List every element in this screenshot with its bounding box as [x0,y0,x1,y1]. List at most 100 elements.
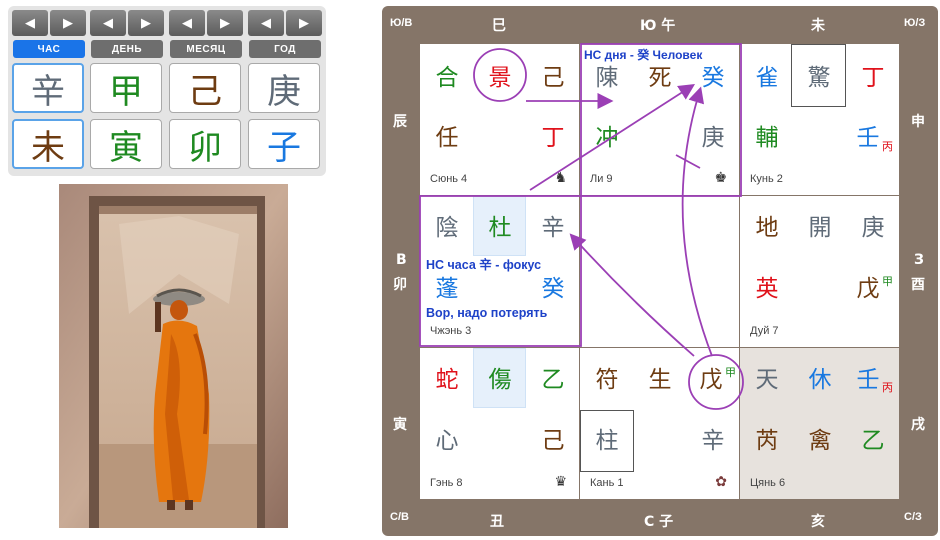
earth-stem: 乙 [861,428,885,454]
day-next-button[interactable]: ▶ [128,10,164,36]
deity-he: 合 [435,65,459,91]
earth-stem: 戊 [856,276,880,302]
year-stem[interactable]: 庚 [248,63,320,113]
bottom-branch-zi: С 子 [644,514,674,530]
palace-name: Кань 1 [590,477,624,489]
tab-hour[interactable]: ЧАС [13,40,85,58]
woman-in-doorway-photo [59,184,288,528]
day-stem[interactable]: 甲 [90,63,162,113]
left-direction-east: В [396,252,407,268]
palace-qian6[interactable]: 天 休 壬 丙 芮 禽 乙 Цянь 6 [740,348,899,499]
deity-she: 蛇 [435,367,459,393]
star-xin: 心 [435,428,459,454]
king-icon: ♚ [714,170,727,186]
day-prev-button[interactable]: ◀ [90,10,126,36]
day-nav: ◀ ▶ [90,10,164,36]
sub-stem: 丙 [882,140,893,153]
top-branch-wu: Ю 午 [640,18,676,34]
door-jing: 驚 [807,65,831,91]
deity-tian: 天 [755,367,779,393]
left-branch-chen: 辰 [393,114,407,130]
star-zhu: 柱 [595,428,619,454]
right-branch-you: 酉 [911,277,925,293]
year-nav: ◀ ▶ [248,10,322,36]
heaven-stem: 壬 [856,367,880,393]
palace-name: Кунь 2 [750,173,783,185]
year-prev-button[interactable]: ◀ [248,10,284,36]
hour-prev-button[interactable]: ◀ [12,10,48,36]
tab-day[interactable]: ДЕНЬ [91,40,163,58]
corner-bottom-left: С/В [390,511,409,523]
deity-yin: 陰 [435,215,459,241]
earth-stem: 己 [541,428,565,454]
palace-li9[interactable]: 陳 死 癸 冲 庚 Ли 9 ♚ [580,44,739,195]
door-si: 死 [648,65,672,91]
door-jing: 景 [488,65,512,91]
control-panel: ◀ ▶ ◀ ▶ ◀ ▶ ◀ ▶ ЧАС ДЕНЬ МЕСЯЦ ГОД 辛 甲 己… [8,6,326,176]
earth-stem: 丁 [541,125,565,151]
heaven-stem: 癸 [701,65,725,91]
corner-bottom-right: С/З [904,511,922,523]
palace-gen8[interactable]: 蛇 傷 乙 心 己 Гэнь 8 ♛ [420,348,579,499]
year-branch[interactable]: 子 [248,119,320,169]
palace-zhen3[interactable]: 陰 杜 辛 НС часа 辛 - фокус 蓬 癸 Вор, надо по… [420,196,579,347]
palace-name: Дуй 7 [750,325,779,337]
top-branch-si: 巳 [492,18,506,34]
deity-que: 雀 [755,65,779,91]
flower-icon: ✿ [715,474,727,490]
palace-dui7[interactable]: 地 開 庚 英 戊 甲 Дуй 7 [740,196,899,347]
annotation-hour-stem: НС часа 辛 - фокус [426,258,542,272]
door-shang: 傷 [488,367,512,393]
palace-name: Гэнь 8 [430,477,463,489]
day-branch[interactable]: 寅 [90,119,162,169]
palace-grid: 合 景 己 任 丁 Сюнь 4 ♞ 陳 死 癸 冲 庚 Ли 9 ♚ 雀 驚 … [420,44,899,499]
corner-top-left: Ю/В [390,17,413,29]
sub-stem: 丙 [882,381,893,394]
right-branch-xu: 戌 [911,417,925,433]
tab-year[interactable]: ГОД [249,40,321,58]
hour-nav: ◀ ▶ [12,10,86,36]
deity-di: 地 [755,215,779,241]
bottom-branch-chou: 丑 [490,514,504,530]
year-next-button[interactable]: ▶ [286,10,322,36]
right-direction-west: З [914,252,924,268]
palace-name: Сюнь 4 [430,173,468,185]
hour-stem[interactable]: 辛 [12,63,84,113]
hour-branch[interactable]: 未 [12,119,84,169]
month-branch[interactable]: 卯 [169,119,241,169]
palace-kan1[interactable]: 符 生 戊 甲 柱 辛 Кань 1 ✿ [580,348,739,499]
annotation-day-stem: НС дня - 癸 Человек [584,48,703,62]
palace-name: Ли 9 [590,173,613,185]
left-branch-yin: 寅 [393,417,407,433]
hour-next-button[interactable]: ▶ [50,10,86,36]
sub-stem: 甲 [882,275,893,288]
month-prev-button[interactable]: ◀ [169,10,205,36]
earth-stem: 庚 [701,125,725,151]
star-chong: 冲 [595,125,619,151]
door-sheng: 生 [648,367,672,393]
star-qin: 禽 [808,428,832,454]
palace-xun4[interactable]: 合 景 己 任 丁 Сюнь 4 ♞ [420,44,579,195]
star-ying: 英 [755,276,779,302]
heaven-stem: 乙 [541,367,565,393]
palace-name: Чжэнь 3 [430,325,472,337]
sub-stem: 甲 [725,366,736,379]
palace-center [580,196,739,347]
month-stem[interactable]: 己 [169,63,241,113]
heaven-stem: 己 [541,65,565,91]
bottom-branch-hai: 亥 [811,514,825,530]
door-kai: 開 [808,215,832,241]
star-peng: 蓬 [435,276,459,302]
star-ren: 任 [435,125,459,151]
deity-chen: 陳 [595,65,619,91]
heaven-stem: 辛 [541,215,565,241]
month-next-button[interactable]: ▶ [207,10,243,36]
right-branch-shen: 申 [911,114,925,130]
palace-kun2[interactable]: 雀 驚 丁 輔 壬 丙 Кунь 2 [740,44,899,195]
heaven-stem: 庚 [861,215,885,241]
heaven-stem: 戊 [699,367,723,393]
earth-stem: 癸 [541,276,565,302]
tab-month[interactable]: МЕСЯЦ [170,40,242,58]
earth-stem: 壬 [856,125,880,151]
door-xiu: 休 [808,367,832,393]
